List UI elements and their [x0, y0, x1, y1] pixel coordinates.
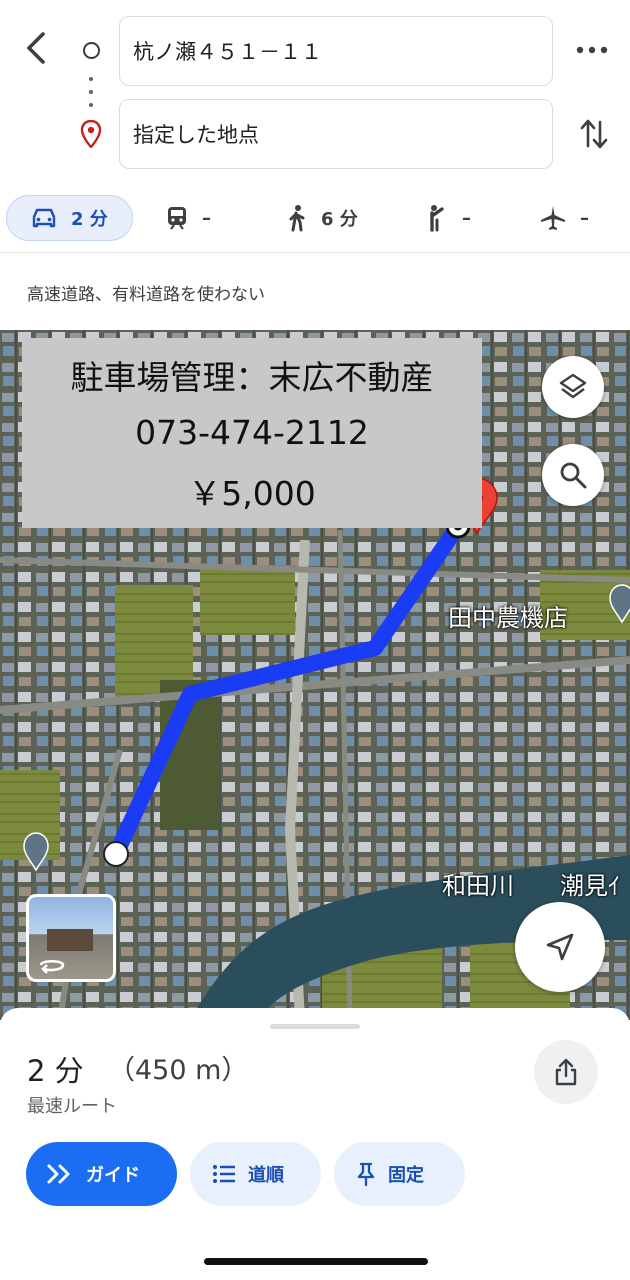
mode-ride-tab[interactable]: –: [424, 195, 471, 241]
ride-hail-icon: [430, 205, 444, 232]
street-view-thumbnail[interactable]: [26, 894, 116, 982]
parking-info-overlay: 駐車場管理：末広不動産 073-474-2112 ￥5,000: [22, 338, 482, 528]
steps-button[interactable]: 道順: [190, 1142, 321, 1206]
map-label-shop[interactable]: 田中農機店: [448, 598, 568, 633]
overlay-company: 駐車場管理：末広不動産: [70, 358, 434, 398]
steps-label: 道順: [248, 1165, 284, 1186]
overlay-phone: 073-474-2112: [135, 413, 369, 453]
swap-vertical-icon: [580, 119, 608, 149]
car-icon: [32, 208, 56, 228]
navigation-arrow-icon: [546, 933, 574, 961]
train-icon: [168, 207, 186, 230]
guide-button[interactable]: ガイド: [26, 1142, 177, 1206]
home-indicator[interactable]: [204, 1258, 428, 1265]
pin-button[interactable]: 固定: [334, 1142, 465, 1206]
arrow-back-icon: [27, 32, 45, 64]
route-details-sheet[interactable]: 2 分 （450 m） 最速ルート ガイド 道順 固定: [0, 1008, 630, 1280]
airplane-icon: [541, 206, 565, 230]
route-type-label: 最速ルート: [27, 1096, 117, 1117]
mode-transit-time: –: [202, 207, 211, 229]
route-duration: 2 分: [27, 1054, 84, 1088]
double-chevron-icon: [47, 1164, 70, 1184]
mode-flight-tab[interactable]: –: [540, 195, 589, 241]
more-horizontal-icon: [576, 46, 608, 54]
route-connector-dots: [89, 77, 93, 107]
list-icon: [213, 1165, 235, 1183]
share-button[interactable]: [534, 1040, 598, 1104]
share-icon: [555, 1058, 577, 1086]
mode-walk-tab[interactable]: 6 分: [287, 195, 358, 241]
mode-drive-time: 2 分: [71, 209, 108, 230]
mode-transit-tab[interactable]: –: [166, 195, 211, 241]
pin-label: 固定: [388, 1165, 424, 1186]
walk-icon: [289, 205, 305, 232]
route-options-note: 高速道路、有料道路を使わない: [27, 285, 265, 305]
mode-walk-time: 6 分: [321, 209, 358, 230]
divider: [0, 252, 630, 253]
sheet-drag-handle[interactable]: [270, 1024, 360, 1029]
route-distance: （450 m）: [108, 1055, 249, 1086]
back-button[interactable]: [18, 28, 54, 68]
layers-button[interactable]: [542, 356, 604, 418]
map-view[interactable]: 駐車場管理：末広不動産 073-474-2112 ￥5,000 田中農機店 和田…: [0, 330, 630, 1020]
mode-ride-time: –: [462, 207, 471, 229]
travel-mode-bar: 2 分 – 6 分 – –: [0, 192, 630, 244]
more-options-button[interactable]: [572, 32, 612, 68]
swap-button[interactable]: [574, 112, 614, 156]
map-label-river: 和田川: [442, 872, 514, 900]
overlay-price: ￥5,000: [188, 473, 316, 513]
origin-circle-icon: [83, 42, 100, 59]
pushpin-icon: [357, 1162, 375, 1186]
guide-label: ガイド: [86, 1165, 140, 1186]
map-search-button[interactable]: [542, 444, 604, 506]
map-label-place: 潮見ｲ: [560, 872, 620, 900]
destination-input[interactable]: 指定した地点: [119, 99, 553, 169]
location-pin-icon: [80, 120, 102, 148]
mode-drive-tab[interactable]: 2 分: [6, 195, 133, 241]
my-location-button[interactable]: [515, 902, 605, 992]
route-start-marker: [103, 841, 129, 867]
origin-input[interactable]: 杭ノ瀬４５１－１１: [119, 16, 553, 86]
street-view-rotate-icon: [39, 959, 65, 974]
search-icon: [560, 462, 587, 489]
mode-flight-time: –: [580, 207, 589, 229]
layers-icon: [559, 373, 587, 399]
